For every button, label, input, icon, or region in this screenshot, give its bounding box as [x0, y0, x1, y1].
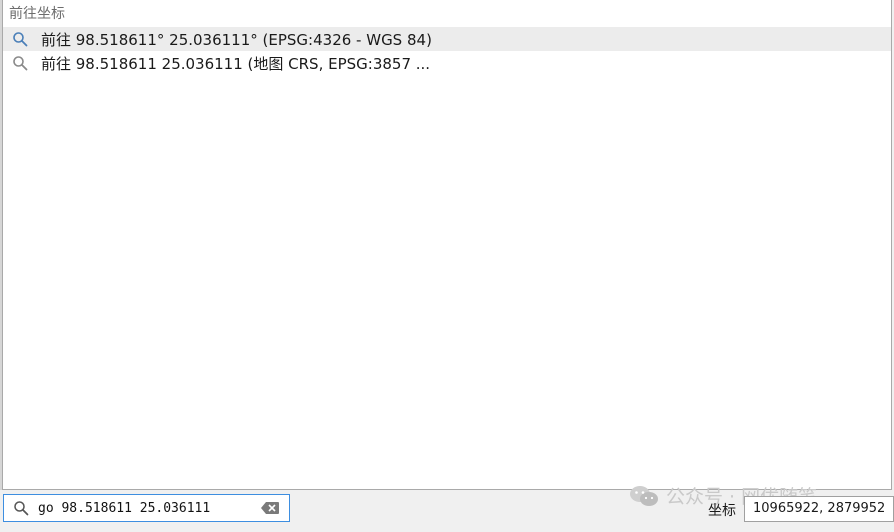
search-icon [11, 54, 29, 72]
search-icon [11, 30, 29, 48]
qgis-window: 前往坐标 前往 98.518611° 25.036111° (EPSG:4326… [0, 0, 894, 532]
wechat-icon [630, 485, 658, 506]
result-group-header: 前往坐标 [9, 6, 65, 22]
search-icon [12, 499, 30, 517]
result-item-map-crs[interactable]: 前往 98.518611 25.036111 (地图 CRS, EPSG:385… [3, 51, 891, 75]
locator-search-input[interactable]: go 98.518611 25.036111 [3, 494, 290, 522]
locator-input-value[interactable]: go 98.518611 25.036111 [38, 501, 259, 516]
result-item-wgs84[interactable]: 前往 98.518611° 25.036111° (EPSG:4326 - WG… [3, 27, 891, 51]
coordinate-field[interactable]: 10965922, 2879952 [744, 496, 894, 522]
result-label: 前往 98.518611° 25.036111° (EPSG:4326 - WG… [41, 30, 432, 49]
result-label: 前往 98.518611 25.036111 (地图 CRS, EPSG:385… [41, 54, 431, 73]
status-bar: go 98.518611 25.036111 公众号 · 网优随笔 坐标 109… [0, 485, 894, 532]
locator-results-popup: 前往坐标 前往 98.518611° 25.036111° (EPSG:4326… [2, 0, 892, 490]
coordinate-label: 坐标 [708, 503, 736, 519]
backspace-clear-icon[interactable] [259, 500, 281, 516]
